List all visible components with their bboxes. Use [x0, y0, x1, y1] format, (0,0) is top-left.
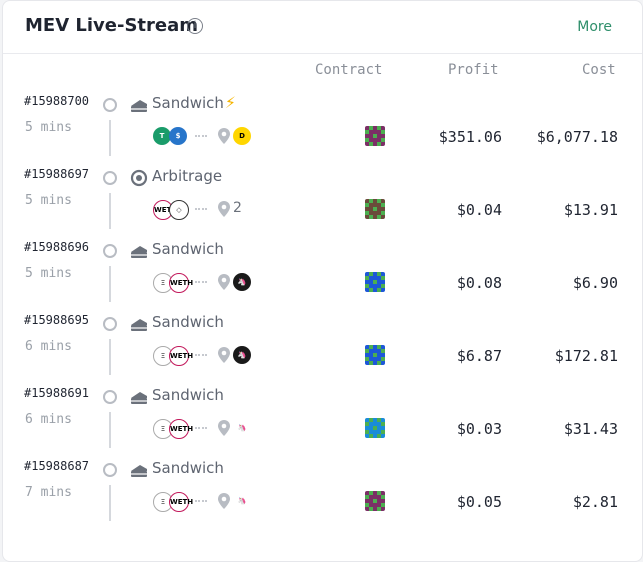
cost-value: $6,077.18	[536, 128, 618, 146]
column-header-contract: Contract	[315, 62, 383, 78]
timeline-line	[109, 266, 111, 302]
venue-icon: 🦄	[233, 346, 251, 364]
flashloan-icon: ⚡	[225, 92, 236, 113]
profit-value: $351.06	[438, 128, 502, 146]
time-ago: 5 mins	[25, 193, 72, 208]
location-pin-icon	[218, 493, 230, 509]
time-ago: 6 mins	[25, 339, 72, 354]
column-header-profit: Profit	[448, 62, 499, 78]
profit-value: $0.04	[456, 201, 502, 219]
profit-value: $0.08	[456, 274, 502, 292]
timeline-line	[109, 193, 111, 229]
cost-value: $6.90	[572, 274, 618, 292]
path-connector	[195, 500, 207, 504]
venue-count: 2	[233, 200, 242, 216]
time-ago: 6 mins	[25, 412, 72, 427]
timeline-line	[109, 120, 111, 156]
venue-icon: 🦄	[233, 419, 251, 437]
table-row[interactable]: #15988691 6 mins Sandwich Ξ WETH 🦄 $0.03 $…	[3, 386, 642, 459]
contract-identicon[interactable]	[365, 199, 385, 219]
cake-icon	[131, 319, 147, 331]
mev-type-label: Sandwich	[152, 386, 224, 404]
cycle-icon	[130, 169, 148, 187]
table-row[interactable]: #15988695 6 mins Sandwich Ξ WETH 🦄 $6.87 $…	[3, 313, 642, 386]
venue-icon: D	[233, 127, 251, 145]
cost-value: $31.43	[563, 420, 618, 438]
block-number[interactable]: #15988695	[24, 313, 89, 327]
path-connector	[195, 135, 207, 139]
timeline-dot	[103, 171, 117, 185]
contract-identicon[interactable]	[365, 345, 385, 365]
timeline-line	[109, 412, 111, 448]
mev-type-label: Sandwich	[152, 313, 224, 331]
location-pin-icon	[218, 274, 230, 290]
cost-value: $172.81	[554, 347, 618, 365]
location-pin-icon	[218, 420, 230, 436]
table-row[interactable]: #15988697 5 mins Arbitrage WETH ◇ 2 $0.04 …	[3, 167, 642, 240]
card-title: MEV Live-Stream	[25, 15, 199, 36]
token-icon: WETH	[169, 492, 193, 512]
location-pin-icon	[218, 128, 230, 144]
timeline-dot	[103, 317, 117, 331]
block-number[interactable]: #15988687	[24, 459, 89, 473]
table-row[interactable]: #15988700 5 mins Sandwich ⚡ T $ D $351.06 …	[3, 92, 642, 167]
block-number[interactable]: #15988696	[24, 240, 89, 254]
token-icon: $	[169, 127, 187, 145]
cake-icon	[131, 392, 147, 404]
cake-icon	[131, 246, 147, 258]
block-number[interactable]: #15988697	[24, 167, 89, 181]
profit-value: $0.05	[456, 493, 502, 511]
cost-value: $2.81	[572, 493, 618, 511]
column-header-cost: Cost	[582, 62, 616, 78]
token-icon: WETH	[169, 419, 193, 439]
timeline-dot	[103, 98, 117, 112]
timeline-line	[109, 485, 111, 521]
timeline-dot	[103, 244, 117, 258]
table-row[interactable]: #15988687 7 mins Sandwich Ξ WETH 🦄 $0.05 $…	[3, 459, 642, 532]
block-number[interactable]: #15988700	[24, 94, 89, 108]
location-pin-icon	[218, 347, 230, 363]
venue-icon: 🦄	[233, 492, 251, 510]
profit-value: $6.87	[456, 347, 502, 365]
contract-identicon[interactable]	[365, 272, 385, 292]
cost-value: $13.91	[563, 201, 618, 219]
table-row[interactable]: #15988696 5 mins Sandwich Ξ WETH 🦄 $0.08 $…	[3, 240, 642, 313]
venue-icon: 🦄	[233, 273, 251, 291]
mev-type-label: Sandwich	[152, 240, 224, 258]
path-connector	[195, 281, 207, 285]
card-header: MEV Live-Stream i More	[3, 1, 642, 54]
mev-type-label: Sandwich	[152, 459, 224, 477]
mev-live-stream-card: MEV Live-Stream i More Contract Profit C…	[2, 0, 643, 562]
time-ago: 5 mins	[25, 120, 72, 135]
timeline-dot	[103, 463, 117, 477]
info-icon[interactable]: i	[187, 18, 203, 34]
contract-identicon[interactable]	[365, 126, 385, 146]
path-connector	[195, 427, 207, 431]
profit-value: $0.03	[456, 420, 502, 438]
contract-identicon[interactable]	[365, 491, 385, 511]
time-ago: 5 mins	[25, 266, 72, 281]
time-ago: 7 mins	[25, 485, 72, 500]
cake-icon	[131, 100, 147, 112]
contract-identicon[interactable]	[365, 418, 385, 438]
token-icon: ◇	[169, 200, 189, 220]
mev-type-label: Sandwich	[152, 94, 224, 112]
timeline-line	[109, 339, 111, 375]
token-icon: WETH	[169, 346, 193, 366]
path-connector	[195, 354, 207, 358]
path-connector	[195, 208, 207, 212]
cake-icon	[131, 465, 147, 477]
mev-type-label: Arbitrage	[152, 167, 223, 185]
more-link[interactable]: More	[577, 19, 612, 35]
location-pin-icon	[218, 201, 230, 217]
block-number[interactable]: #15988691	[24, 386, 89, 400]
token-icon: WETH	[169, 273, 193, 293]
timeline-dot	[103, 390, 117, 404]
